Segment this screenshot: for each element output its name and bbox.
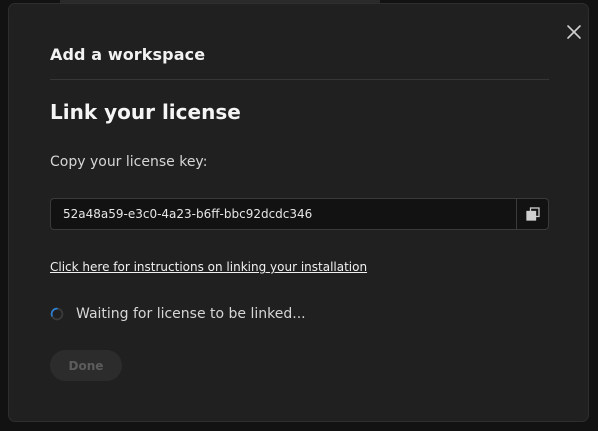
license-key-value[interactable]: 52a48a59-e3c0-4a23-b6ff-bbc92dcdc346 [63, 207, 312, 221]
section-title: Link your license [50, 100, 241, 124]
header-divider [50, 79, 549, 80]
license-key-field[interactable]: 52a48a59-e3c0-4a23-b6ff-bbc92dcdc346 [50, 198, 549, 230]
loading-spinner-icon [50, 307, 64, 321]
close-button[interactable] [564, 22, 584, 42]
done-button[interactable]: Done [50, 350, 122, 381]
waiting-text: Waiting for license to be linked... [76, 306, 306, 322]
close-icon [567, 25, 581, 39]
license-key-label: Copy your license key: [50, 154, 208, 170]
copy-license-key-button[interactable] [516, 199, 548, 229]
instructions-link[interactable]: Click here for instructions on linking y… [50, 260, 367, 274]
copy-icon [525, 207, 540, 221]
dialog-title: Add a workspace [50, 45, 206, 64]
waiting-status: Waiting for license to be linked... [50, 304, 306, 324]
